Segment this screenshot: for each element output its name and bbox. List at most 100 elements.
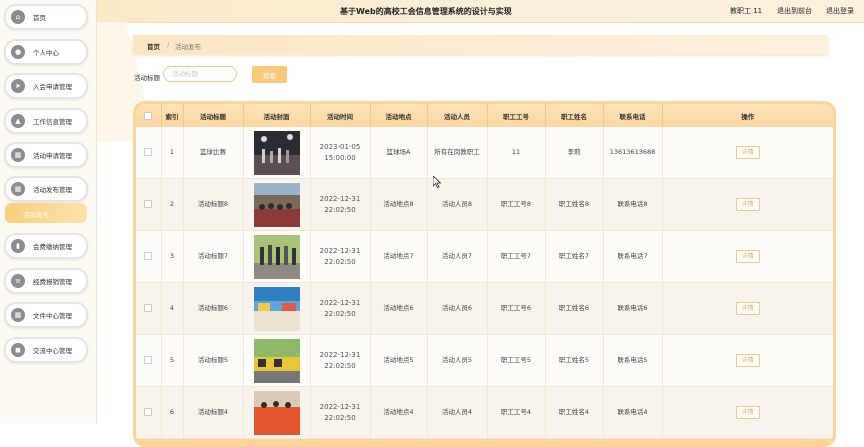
- sidebar-item-personal-center[interactable]: ● 个人中心: [4, 39, 88, 65]
- activity-cover-image: [253, 390, 300, 435]
- cell-time: 2022-12-31 22:02:50: [310, 334, 371, 387]
- select-all-checkbox[interactable]: [144, 111, 153, 120]
- grid-icon: ▦: [11, 182, 25, 196]
- sidebar-item-dues-payment[interactable]: ▮ 会费缴纳管理: [4, 233, 88, 259]
- sidebar-item-file-center[interactable]: ▦ 文件中心管理: [4, 302, 88, 328]
- detail-button[interactable]: 详情: [735, 302, 760, 315]
- sidebar-item-communication-center[interactable]: ◼ 交流中心管理: [4, 337, 88, 363]
- cell-people: 活动人员5: [427, 334, 488, 387]
- sidebar-item-label: 工作信息管理: [33, 118, 72, 126]
- cell-index: 3: [161, 230, 184, 283]
- activity-table: 索引 活动标题 活动封面 活动时间 活动地点 活动人员 职工工号 职工姓名 联系…: [133, 101, 836, 447]
- sidebar-item-label: 文件中心管理: [33, 312, 72, 320]
- column-header: 索引: [161, 104, 184, 127]
- column-header: 活动地点: [370, 104, 428, 127]
- cell-staff-no: 职工工号6: [487, 282, 546, 335]
- row-checkbox[interactable]: [144, 355, 153, 364]
- current-user: 教职工 11: [730, 7, 763, 15]
- row-checkbox[interactable]: [144, 147, 153, 156]
- cell-place: 活动地点7: [370, 230, 428, 283]
- column-header: 职工姓名: [545, 104, 604, 127]
- column-header: 职工工号: [487, 104, 546, 127]
- sidebar-item-home[interactable]: ⌂ 首页: [4, 4, 88, 30]
- select-all-checkbox-header[interactable]: [136, 104, 162, 127]
- column-header: 操作: [662, 104, 833, 127]
- sidebar-item-label: 个人中心: [33, 49, 59, 57]
- column-header: 活动封面: [243, 104, 311, 127]
- column-header: 活动时间: [310, 104, 371, 127]
- cell-time: 2022-12-31 22:02:50: [310, 230, 371, 283]
- cell-phone: 13613613688: [603, 127, 663, 179]
- cell-staff-no: 职工工号8: [487, 178, 546, 231]
- sidebar-item-label: 交流中心管理: [33, 347, 72, 355]
- cell-place: 活动地点4: [370, 386, 428, 439]
- chat-icon: ◼: [11, 343, 25, 357]
- detail-button[interactable]: 详情: [735, 146, 760, 159]
- cell-time: 2023-01-05 15:00:00: [310, 127, 371, 179]
- cell-phone: 联系电话7: [603, 230, 663, 283]
- cell-people: 活动人员4: [427, 386, 488, 439]
- cell-staff-no: 职工工号7: [487, 230, 546, 283]
- sidebar-item-membership-application[interactable]: ➤ 入会申请管理: [4, 73, 88, 99]
- detail-button[interactable]: 详情: [735, 250, 760, 263]
- cell-place: 篮球场A: [370, 127, 428, 179]
- mouse-cursor-icon: [433, 176, 441, 188]
- grid-icon: ▦: [11, 308, 25, 322]
- chart-icon: ▮: [11, 239, 25, 253]
- cell-phone: 联系电话5: [603, 334, 663, 387]
- row-checkbox[interactable]: [144, 199, 153, 208]
- cell-time: 2022-12-31 22:02:50: [310, 282, 371, 335]
- cell-staff-name: 职工姓名6: [545, 282, 604, 335]
- row-checkbox[interactable]: [144, 407, 153, 416]
- cell-place: 活动地点5: [370, 334, 428, 387]
- send-icon: ➤: [11, 79, 25, 93]
- cell-time: 2022-12-31 22:02:50: [310, 386, 371, 439]
- cell-staff-no: 职工工号5: [487, 334, 546, 387]
- sidebar-item-expense-reimbursement[interactable]: ≡ 经费报销管理: [4, 268, 88, 294]
- cell-staff-name: 职工姓名8: [545, 178, 604, 231]
- person-icon: ▲: [11, 114, 25, 128]
- list-icon: ≡: [11, 274, 25, 288]
- sidebar: ⌂ 首页 ● 个人中心 ➤ 入会申请管理 ▲ 工作信息管理 ▦ 活动申请管理 ▦…: [0, 0, 97, 423]
- breadcrumb-separator: /: [167, 41, 170, 49]
- grid-icon: ▦: [11, 148, 25, 162]
- activity-cover-image: [253, 182, 300, 227]
- logout-link[interactable]: 退出登录: [826, 6, 854, 16]
- row-checkbox[interactable]: [144, 303, 153, 312]
- row-checkbox[interactable]: [144, 251, 153, 260]
- sidebar-item-label: 活动发布管理: [33, 186, 72, 194]
- breadcrumb-current: 活动发布: [175, 43, 201, 51]
- cell-index: 5: [161, 334, 184, 387]
- detail-button[interactable]: 详情: [735, 354, 760, 367]
- sidebar-item-label: 活动发布: [23, 211, 49, 219]
- breadcrumb: 首页 / 活动发布: [133, 35, 828, 54]
- cell-staff-name: 职工姓名7: [545, 230, 604, 283]
- cell-title: 活动标题7: [183, 230, 244, 283]
- sidebar-item-label: 会费缴纳管理: [33, 243, 72, 251]
- search-button[interactable]: 搜索: [252, 66, 287, 83]
- search-input[interactable]: [163, 66, 237, 82]
- detail-button[interactable]: 详情: [735, 406, 760, 419]
- cell-index: 4: [161, 282, 184, 335]
- cell-title: 活动标题6: [183, 282, 244, 335]
- search-label: 活动标题: [134, 74, 160, 82]
- cell-index: 6: [161, 386, 184, 439]
- top-bar: 基于Web的高校工会信息管理系统的设计与实现 教职工 11 退出到前台 退出登录: [0, 0, 864, 23]
- back-to-frontend-link[interactable]: 退出到前台: [777, 6, 812, 16]
- cell-people: 所有在岗教职工: [427, 127, 488, 179]
- cell-staff-name: 职工姓名5: [545, 334, 604, 387]
- sidebar-item-work-info[interactable]: ▲ 工作信息管理: [4, 108, 88, 134]
- sidebar-subitem-activity-publish[interactable]: 活动发布: [5, 203, 87, 223]
- cell-index: 1: [161, 127, 184, 179]
- breadcrumb-home[interactable]: 首页: [147, 41, 160, 51]
- detail-button[interactable]: 详情: [735, 198, 760, 211]
- site-title: 基于Web的高校工会信息管理系统的设计与实现: [340, 7, 512, 16]
- activity-cover-image: [253, 338, 300, 383]
- column-header: 联系电话: [603, 104, 663, 127]
- activity-cover-image: [253, 234, 300, 279]
- sidebar-item-label: 活动申请管理: [33, 152, 72, 160]
- cell-people: 活动人员6: [427, 282, 488, 335]
- sidebar-item-activity-application[interactable]: ▦ 活动申请管理: [4, 142, 88, 168]
- sidebar-item-label: 入会申请管理: [33, 83, 72, 91]
- sidebar-item-activity-publish-management[interactable]: ▦ 活动发布管理: [4, 176, 88, 202]
